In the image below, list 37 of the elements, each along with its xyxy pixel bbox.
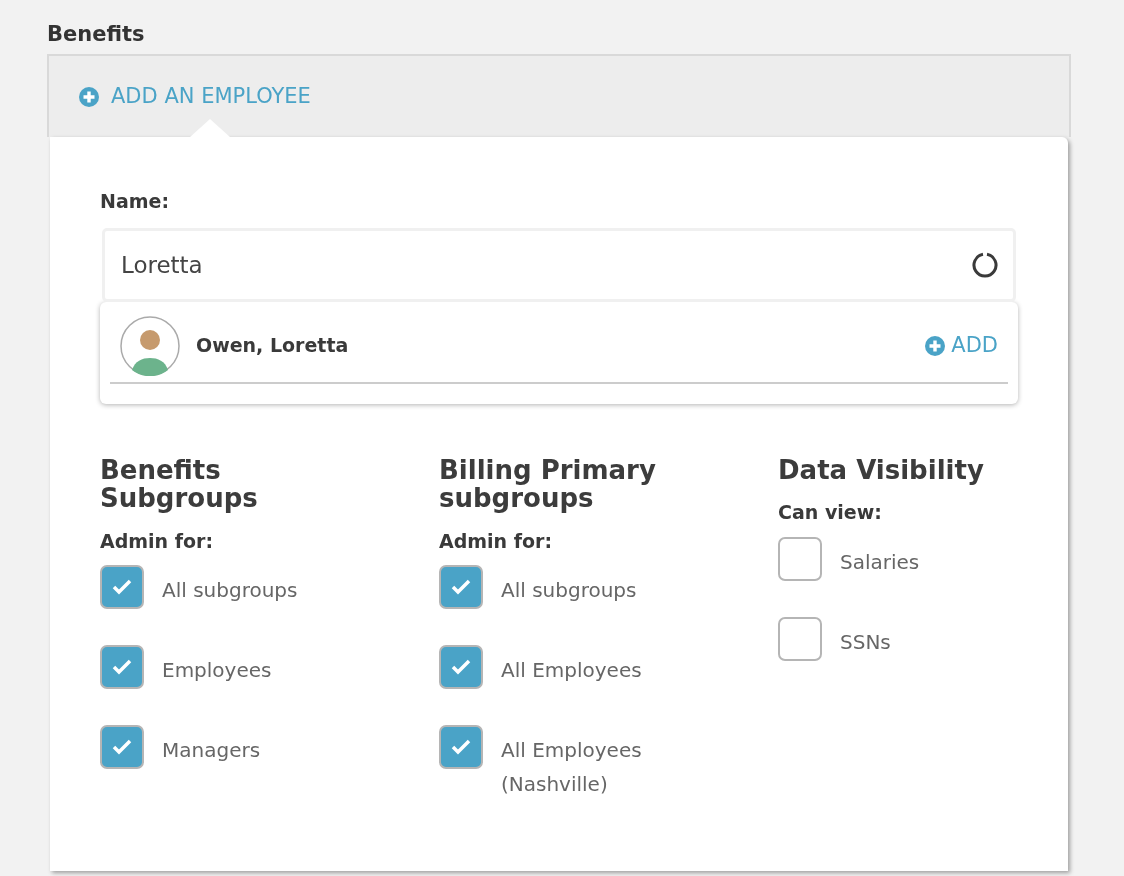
option-label: All subgroups [162, 577, 299, 605]
checkbox[interactable] [778, 616, 822, 661]
option-label: All subgroups [501, 577, 638, 605]
plus-icon [925, 335, 946, 356]
option-label: Managers [162, 737, 262, 765]
option-label: Employees [162, 657, 273, 685]
column-subheading: Can view: [778, 500, 883, 526]
checkbox[interactable] [439, 565, 483, 610]
field-label: Name: [100, 189, 170, 215]
option-label: All Employees (Nashville) [501, 737, 643, 799]
name-field[interactable]: Loretta [102, 227, 1016, 302]
column-heading: Billing Primary subgroups [439, 455, 657, 513]
check-icon [451, 659, 471, 676]
plus-icon [79, 86, 99, 107]
checkbox[interactable] [100, 725, 144, 770]
avatar-icon [120, 315, 180, 376]
column-subheading: Admin for: [439, 528, 554, 554]
checkbox[interactable] [100, 645, 144, 690]
option-label: SSNs [840, 628, 892, 656]
add-button[interactable]: ADD [925, 329, 998, 362]
column-subheading: Admin for: [100, 528, 215, 554]
column-heading: Benefits Subgroups [100, 455, 259, 513]
employee-name: Owen, Loretta [196, 333, 350, 359]
checkbox[interactable] [439, 645, 483, 690]
checkbox[interactable] [439, 725, 483, 770]
checkbox[interactable] [778, 536, 822, 581]
check-icon [112, 739, 132, 756]
option-label: All Employees [501, 657, 643, 685]
column-heading: Data Visibility [778, 455, 985, 485]
check-icon [451, 739, 471, 756]
section-title: Benefits [47, 22, 146, 48]
add-employee-link[interactable]: ADD AN EMPLOYEE [79, 80, 311, 113]
check-icon [112, 659, 132, 676]
check-icon [112, 579, 132, 596]
option-label: Salaries [840, 548, 921, 576]
check-icon [451, 579, 471, 596]
checkbox[interactable] [100, 565, 144, 610]
